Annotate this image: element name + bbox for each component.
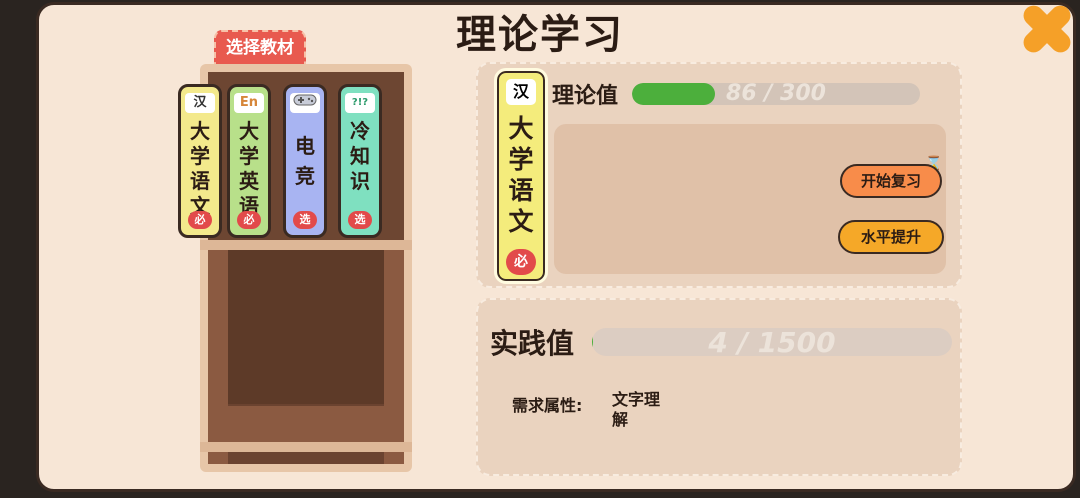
book-chinese-icon: 汉 (506, 79, 536, 105)
required-badge: 必 (188, 211, 212, 229)
book-english-icon: En (234, 93, 264, 113)
theory-label: 理论值 (552, 84, 619, 109)
theory-progress-bar: 86 / 300 (632, 83, 920, 105)
book-title: 冷知识 (350, 119, 370, 193)
book-title: 电竞 (295, 134, 315, 188)
required-badge: 必 (506, 249, 536, 275)
level-up-button[interactable]: 水平提升 (838, 220, 944, 254)
required-badge: 必 (237, 211, 261, 229)
book-chinese[interactable]: 汉 大学语文 必 (178, 84, 222, 238)
book-english[interactable]: En 大学英语 必 (227, 84, 271, 238)
book-title: 大学英语 (239, 119, 259, 218)
selected-book: 汉 大学语文 必 (494, 68, 548, 284)
select-textbook-tag: 选择教材 (214, 30, 306, 66)
close-button[interactable] (1018, 0, 1076, 58)
requirement-label: 需求属性: (512, 396, 583, 415)
book-trivia[interactable]: ?!? 冷知识 选 (338, 84, 382, 238)
book-esports[interactable]: 电竞 选 (283, 84, 327, 238)
practice-progress-text: 4 / 1500 (708, 328, 836, 356)
practice-progress-bar: 4 / 1500 (592, 328, 952, 356)
start-review-button[interactable]: 开始复习 (840, 164, 942, 198)
book-title: 大学语文 (190, 119, 210, 218)
elective-badge: 选 (348, 211, 372, 229)
question-marks-icon: ?!? (345, 93, 375, 113)
theory-progress-text: 86 / 300 (726, 83, 826, 105)
page-title: 理论学习 (456, 12, 624, 58)
gamepad-icon (290, 93, 320, 113)
practice-label: 实践值 (490, 327, 575, 360)
requirement-value: 文字理解 (612, 390, 661, 429)
elective-badge: 选 (293, 211, 317, 229)
selected-book-title: 大学语文 (508, 114, 534, 236)
book-chinese-icon: 汉 (185, 93, 215, 113)
